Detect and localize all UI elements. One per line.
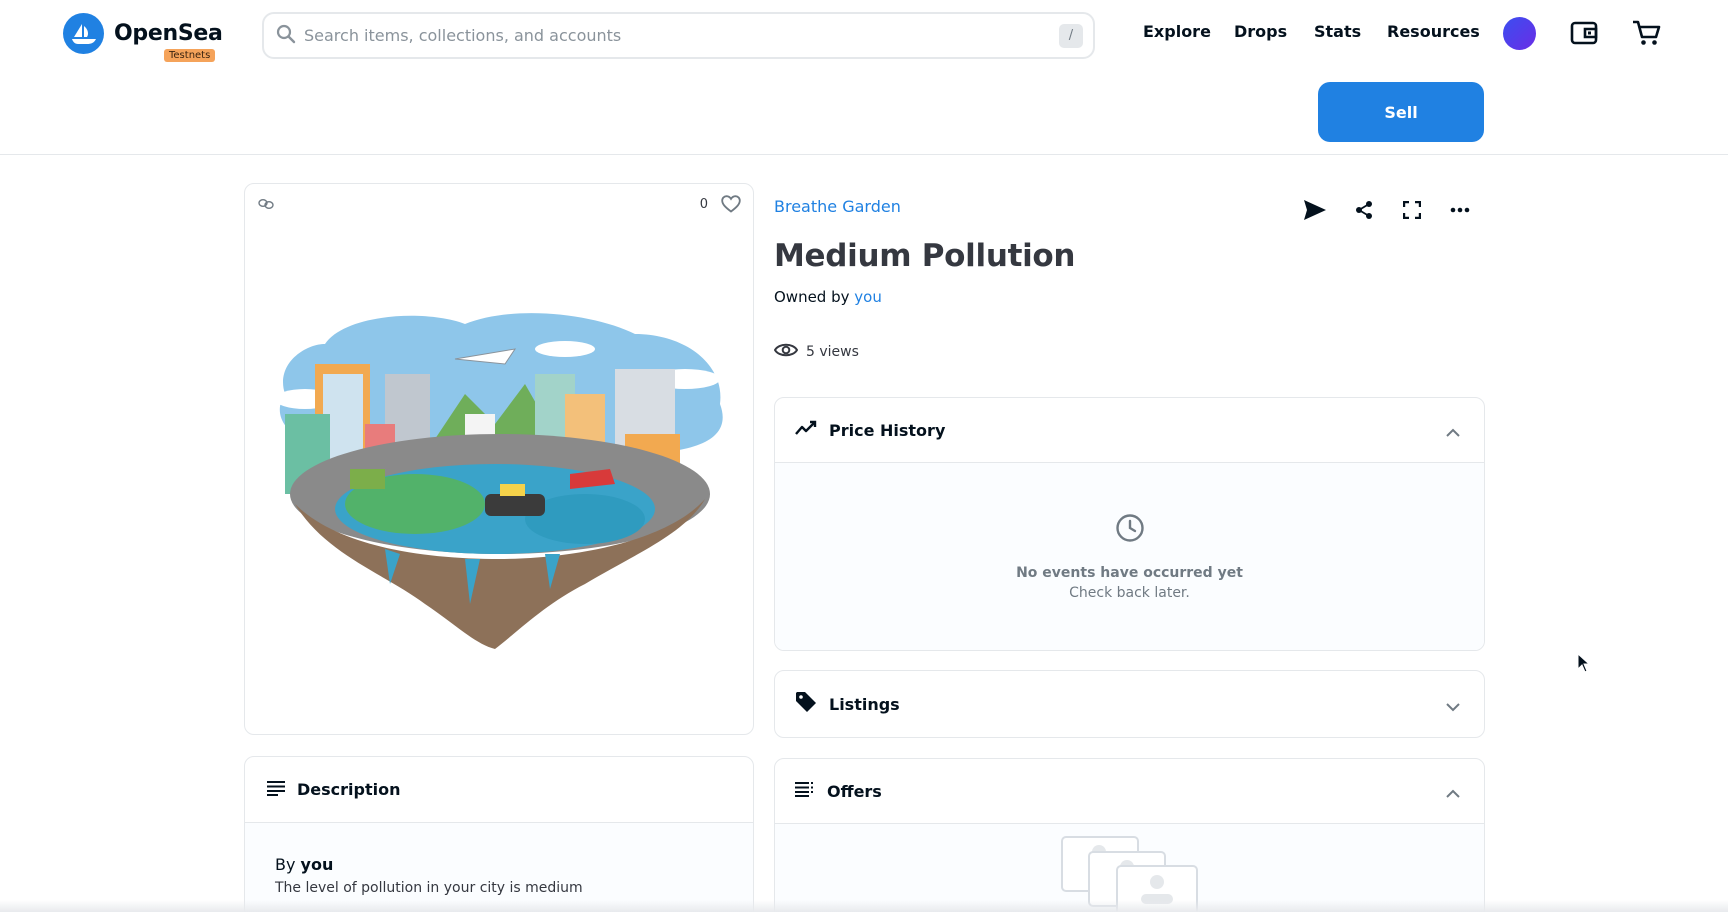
offers-header[interactable]: Offers bbox=[775, 759, 1484, 823]
description-by-prefix: By bbox=[275, 855, 296, 874]
clock-icon bbox=[1115, 513, 1145, 547]
nav-drops[interactable]: Drops bbox=[1234, 22, 1287, 41]
description-title: Description bbox=[297, 780, 401, 799]
chevron-down-icon[interactable] bbox=[1446, 697, 1460, 716]
price-history-body: No events have occurred yet Check back l… bbox=[775, 462, 1484, 650]
logo-text: OpenSea bbox=[114, 21, 223, 46]
bottom-edge-shadow bbox=[0, 900, 1728, 912]
empty-state-subtitle: Check back later. bbox=[1069, 585, 1190, 601]
chevron-up-icon[interactable] bbox=[1446, 422, 1460, 441]
description-header[interactable]: Description bbox=[245, 757, 753, 823]
description-card: Description By you The level of pollutio… bbox=[244, 756, 754, 912]
listings-title: Listings bbox=[829, 694, 900, 714]
offers-panel: Offers bbox=[774, 758, 1485, 912]
favorite-count: 0 bbox=[699, 197, 708, 212]
share-icon[interactable] bbox=[1348, 194, 1380, 226]
nav-resources[interactable]: Resources bbox=[1387, 22, 1480, 41]
heart-icon[interactable] bbox=[721, 195, 741, 217]
top-header: OpenSea Testnets / Explore Drops Stats R… bbox=[0, 0, 1728, 155]
search-bar[interactable]: / bbox=[262, 12, 1095, 59]
search-icon bbox=[276, 24, 296, 48]
listings-panel: Listings bbox=[774, 670, 1485, 738]
price-history-title: Price History bbox=[829, 420, 946, 440]
cart-icon[interactable] bbox=[1631, 17, 1663, 49]
fullscreen-icon[interactable] bbox=[1396, 194, 1428, 226]
description-author: By you bbox=[275, 855, 723, 874]
view-count: 5 views bbox=[773, 342, 859, 362]
nav-explore[interactable]: Explore bbox=[1143, 22, 1211, 41]
transfer-send-icon[interactable] bbox=[1299, 194, 1331, 226]
owner-link[interactable]: you bbox=[854, 288, 882, 306]
description-text: The level of pollution in your city is m… bbox=[275, 880, 583, 896]
collection-link[interactable]: Breathe Garden bbox=[774, 197, 901, 216]
view-count-text: 5 views bbox=[806, 344, 859, 360]
empty-state-title: No events have occurred yet bbox=[1016, 565, 1243, 581]
opensea-logo[interactable]: OpenSea bbox=[63, 13, 223, 54]
owned-by: Owned by you bbox=[774, 288, 882, 306]
chevron-up-icon[interactable] bbox=[1446, 783, 1460, 802]
search-input[interactable] bbox=[304, 26, 1059, 45]
price-history-empty-state: No events have occurred yet Check back l… bbox=[775, 463, 1484, 601]
owned-by-prefix: Owned by bbox=[774, 288, 850, 306]
price-history-panel: Price History No events have occurred ye… bbox=[774, 397, 1485, 651]
eye-icon bbox=[773, 342, 799, 362]
testnets-badge: Testnets bbox=[164, 49, 216, 62]
wallet-icon[interactable] bbox=[1568, 17, 1600, 49]
price-history-header[interactable]: Price History bbox=[775, 398, 1484, 462]
asset-title: Medium Pollution bbox=[774, 238, 1076, 274]
search-shortcut-key: / bbox=[1059, 23, 1083, 48]
item-media-card: 0 bbox=[244, 183, 754, 735]
opensea-boat-icon bbox=[63, 13, 104, 54]
nft-artwork-image bbox=[275, 313, 723, 649]
description-author-name[interactable]: you bbox=[301, 855, 334, 874]
offers-body bbox=[775, 823, 1484, 912]
listings-header[interactable]: Listings bbox=[775, 671, 1484, 737]
chain-icon bbox=[257, 196, 275, 215]
text-lines-icon bbox=[267, 780, 285, 800]
list-lines-icon bbox=[795, 781, 815, 801]
trending-line-icon bbox=[795, 420, 817, 440]
description-body: By you The level of pollution in your ci… bbox=[245, 823, 753, 912]
nav-stats[interactable]: Stats bbox=[1314, 22, 1361, 41]
sell-button[interactable]: Sell bbox=[1318, 82, 1484, 142]
profile-avatar[interactable] bbox=[1503, 17, 1536, 50]
more-options-icon[interactable] bbox=[1444, 194, 1476, 226]
mouse-cursor-icon bbox=[1577, 652, 1591, 677]
offers-title: Offers bbox=[827, 781, 882, 801]
tag-icon bbox=[795, 691, 817, 717]
